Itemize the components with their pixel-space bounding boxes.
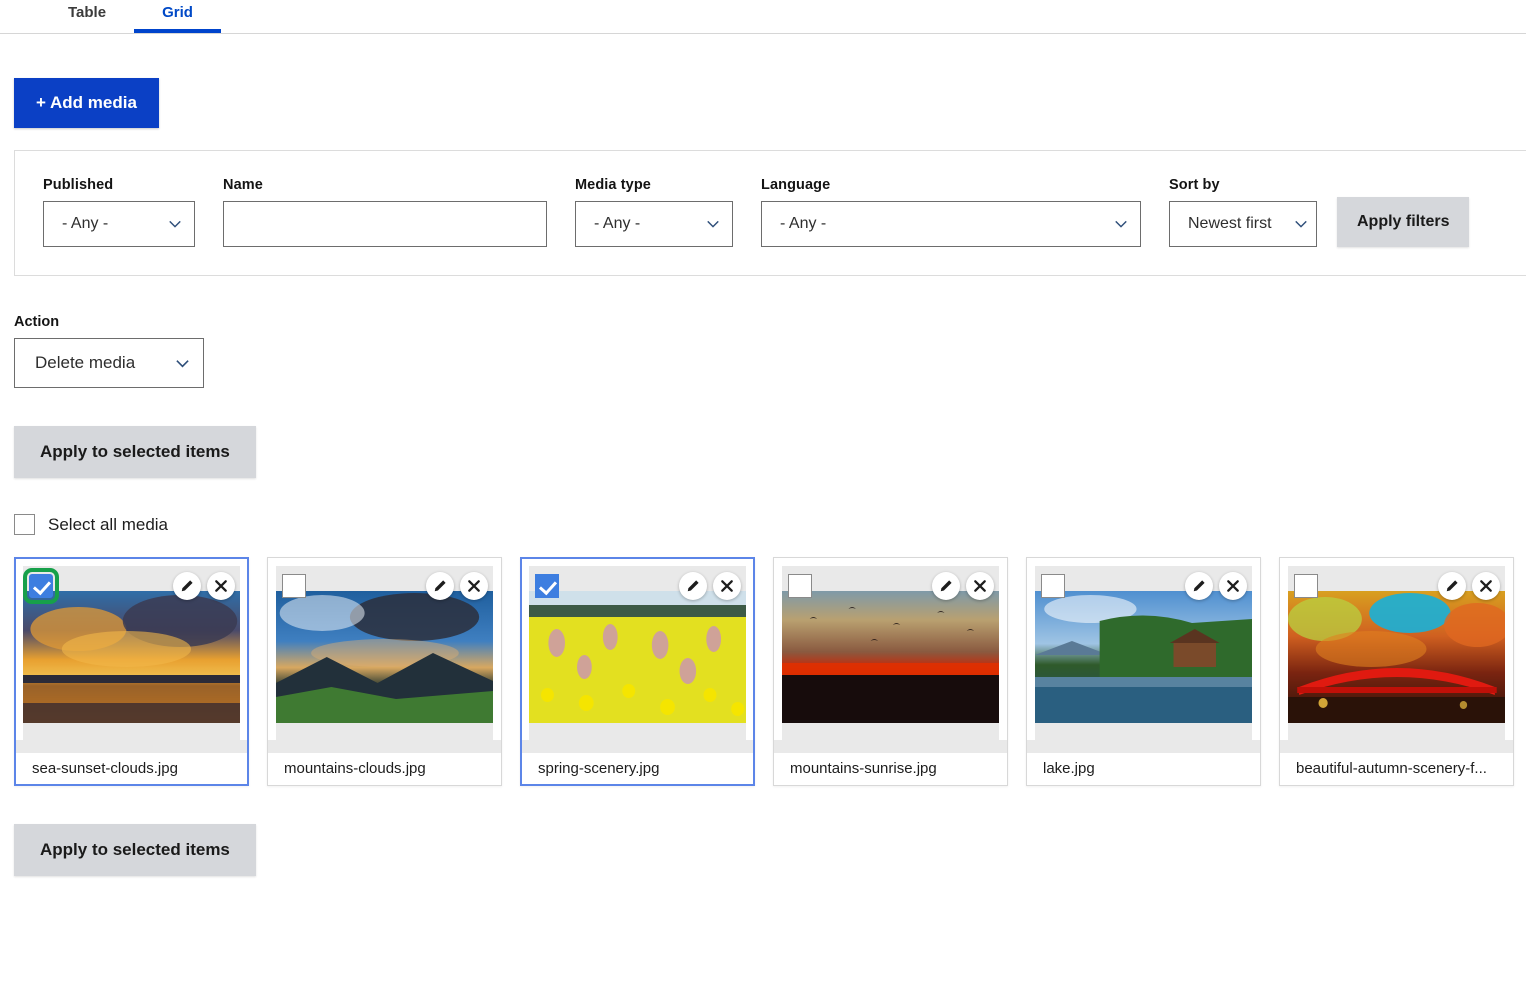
media-card-footer: sea-sunset-clouds.jpg [16, 740, 247, 784]
media-type-value: - Any - [594, 215, 692, 233]
media-filename: spring-scenery.jpg [538, 760, 745, 777]
pencil-icon[interactable] [173, 572, 201, 600]
pencil-icon[interactable] [679, 572, 707, 600]
published-label: Published [43, 177, 195, 193]
media-select-checkbox[interactable] [788, 574, 812, 598]
filter-group-name: Name [195, 177, 547, 247]
language-value: - Any - [780, 215, 1100, 233]
media-card-footer: spring-scenery.jpg [522, 740, 753, 784]
action-value: Delete media [35, 353, 161, 373]
media-card-actions [173, 572, 235, 600]
filter-group-language: Language - Any - [733, 177, 1141, 247]
media-card-actions [426, 572, 488, 600]
chevron-down-icon [706, 217, 720, 231]
media-card[interactable]: mountains-sunrise.jpg [773, 557, 1008, 786]
media-thumbnail-area [1288, 566, 1505, 740]
tab-grid[interactable]: Grid [134, 0, 221, 32]
media-card-actions [1438, 572, 1500, 600]
published-value: - Any - [62, 215, 154, 233]
apply-to-selected-items-button-top[interactable]: Apply to selected items [14, 426, 256, 478]
media-thumbnail [276, 591, 493, 723]
select-all-media-label: Select all media [48, 515, 168, 535]
filter-group-published: Published - Any - [15, 177, 195, 247]
chevron-down-icon [1294, 217, 1308, 231]
media-select-checkbox[interactable] [1294, 574, 1318, 598]
action-label: Action [14, 314, 1526, 330]
media-select-checkbox[interactable] [29, 574, 53, 598]
chevron-down-icon [168, 217, 182, 231]
language-select[interactable]: - Any - [761, 201, 1141, 247]
media-thumbnail [1288, 591, 1505, 723]
close-icon[interactable] [460, 572, 488, 600]
pencil-icon[interactable] [932, 572, 960, 600]
media-select-checkbox[interactable] [535, 574, 559, 598]
media-thumbnail [529, 591, 746, 723]
media-card-footer: mountains-clouds.jpg [268, 740, 501, 784]
name-label: Name [223, 177, 547, 193]
media-card-footer: beautiful-autumn-scenery-f... [1280, 740, 1513, 784]
media-card-actions [1185, 572, 1247, 600]
select-all-media-row[interactable]: Select all media [14, 514, 1526, 535]
media-select-checkbox[interactable] [1041, 574, 1065, 598]
media-thumbnail [782, 591, 999, 723]
sort-by-select[interactable]: Newest first [1169, 201, 1317, 247]
media-select-checkbox[interactable] [282, 574, 306, 598]
filter-group-sort-by: Sort by Newest first [1141, 177, 1317, 247]
action-select[interactable]: Delete media [14, 338, 204, 388]
media-thumbnail [23, 591, 240, 723]
media-thumbnail-area [782, 566, 999, 740]
close-icon[interactable] [1472, 572, 1500, 600]
media-card[interactable]: sea-sunset-clouds.jpg [14, 557, 249, 786]
media-card-footer: mountains-sunrise.jpg [774, 740, 1007, 784]
media-card-footer: lake.jpg [1027, 740, 1260, 784]
close-icon[interactable] [966, 572, 994, 600]
sort-by-label: Sort by [1169, 177, 1317, 193]
media-filename: mountains-sunrise.jpg [790, 760, 999, 777]
close-icon[interactable] [713, 572, 741, 600]
sort-by-value: Newest first [1188, 215, 1290, 233]
chevron-down-icon [1114, 217, 1128, 231]
view-tabs: Table Grid [0, 0, 1526, 34]
action-section: Action Delete media [0, 276, 1526, 388]
media-filename: mountains-clouds.jpg [284, 760, 493, 777]
chevron-down-icon [175, 356, 189, 370]
media-card[interactable]: lake.jpg [1026, 557, 1261, 786]
media-card-actions [932, 572, 994, 600]
media-card[interactable]: mountains-clouds.jpg [267, 557, 502, 786]
media-thumbnail-area [276, 566, 493, 740]
tab-table[interactable]: Table [40, 0, 134, 32]
media-type-label: Media type [575, 177, 733, 193]
media-grid: sea-sunset-clouds.jpg [14, 557, 1526, 786]
media-card-actions [679, 572, 741, 600]
media-type-select[interactable]: - Any - [575, 201, 733, 247]
media-filename: sea-sunset-clouds.jpg [32, 760, 239, 777]
language-label: Language [761, 177, 1141, 193]
media-filename: lake.jpg [1043, 760, 1252, 777]
apply-filters-button[interactable]: Apply filters [1337, 197, 1469, 247]
media-thumbnail [1035, 591, 1252, 723]
pencil-icon[interactable] [426, 572, 454, 600]
select-all-media-checkbox[interactable] [14, 514, 35, 535]
published-select[interactable]: - Any - [43, 201, 195, 247]
media-filename: beautiful-autumn-scenery-f... [1296, 760, 1505, 777]
name-input[interactable] [223, 201, 547, 247]
filter-group-media-type: Media type - Any - [547, 177, 733, 247]
media-thumbnail-area [1035, 566, 1252, 740]
media-card[interactable]: beautiful-autumn-scenery-f... [1279, 557, 1514, 786]
media-thumbnail-area [23, 566, 240, 740]
close-icon[interactable] [1219, 572, 1247, 600]
add-media-button[interactable]: + Add media [14, 78, 159, 128]
pencil-icon[interactable] [1438, 572, 1466, 600]
media-thumbnail-area [529, 566, 746, 740]
close-icon[interactable] [207, 572, 235, 600]
apply-to-selected-items-button-bottom[interactable]: Apply to selected items [14, 824, 256, 876]
filter-panel: Published - Any - Name Media type - Any … [14, 150, 1526, 276]
add-media-toolbar: + Add media [0, 34, 1526, 128]
media-card[interactable]: spring-scenery.jpg [520, 557, 755, 786]
pencil-icon[interactable] [1185, 572, 1213, 600]
